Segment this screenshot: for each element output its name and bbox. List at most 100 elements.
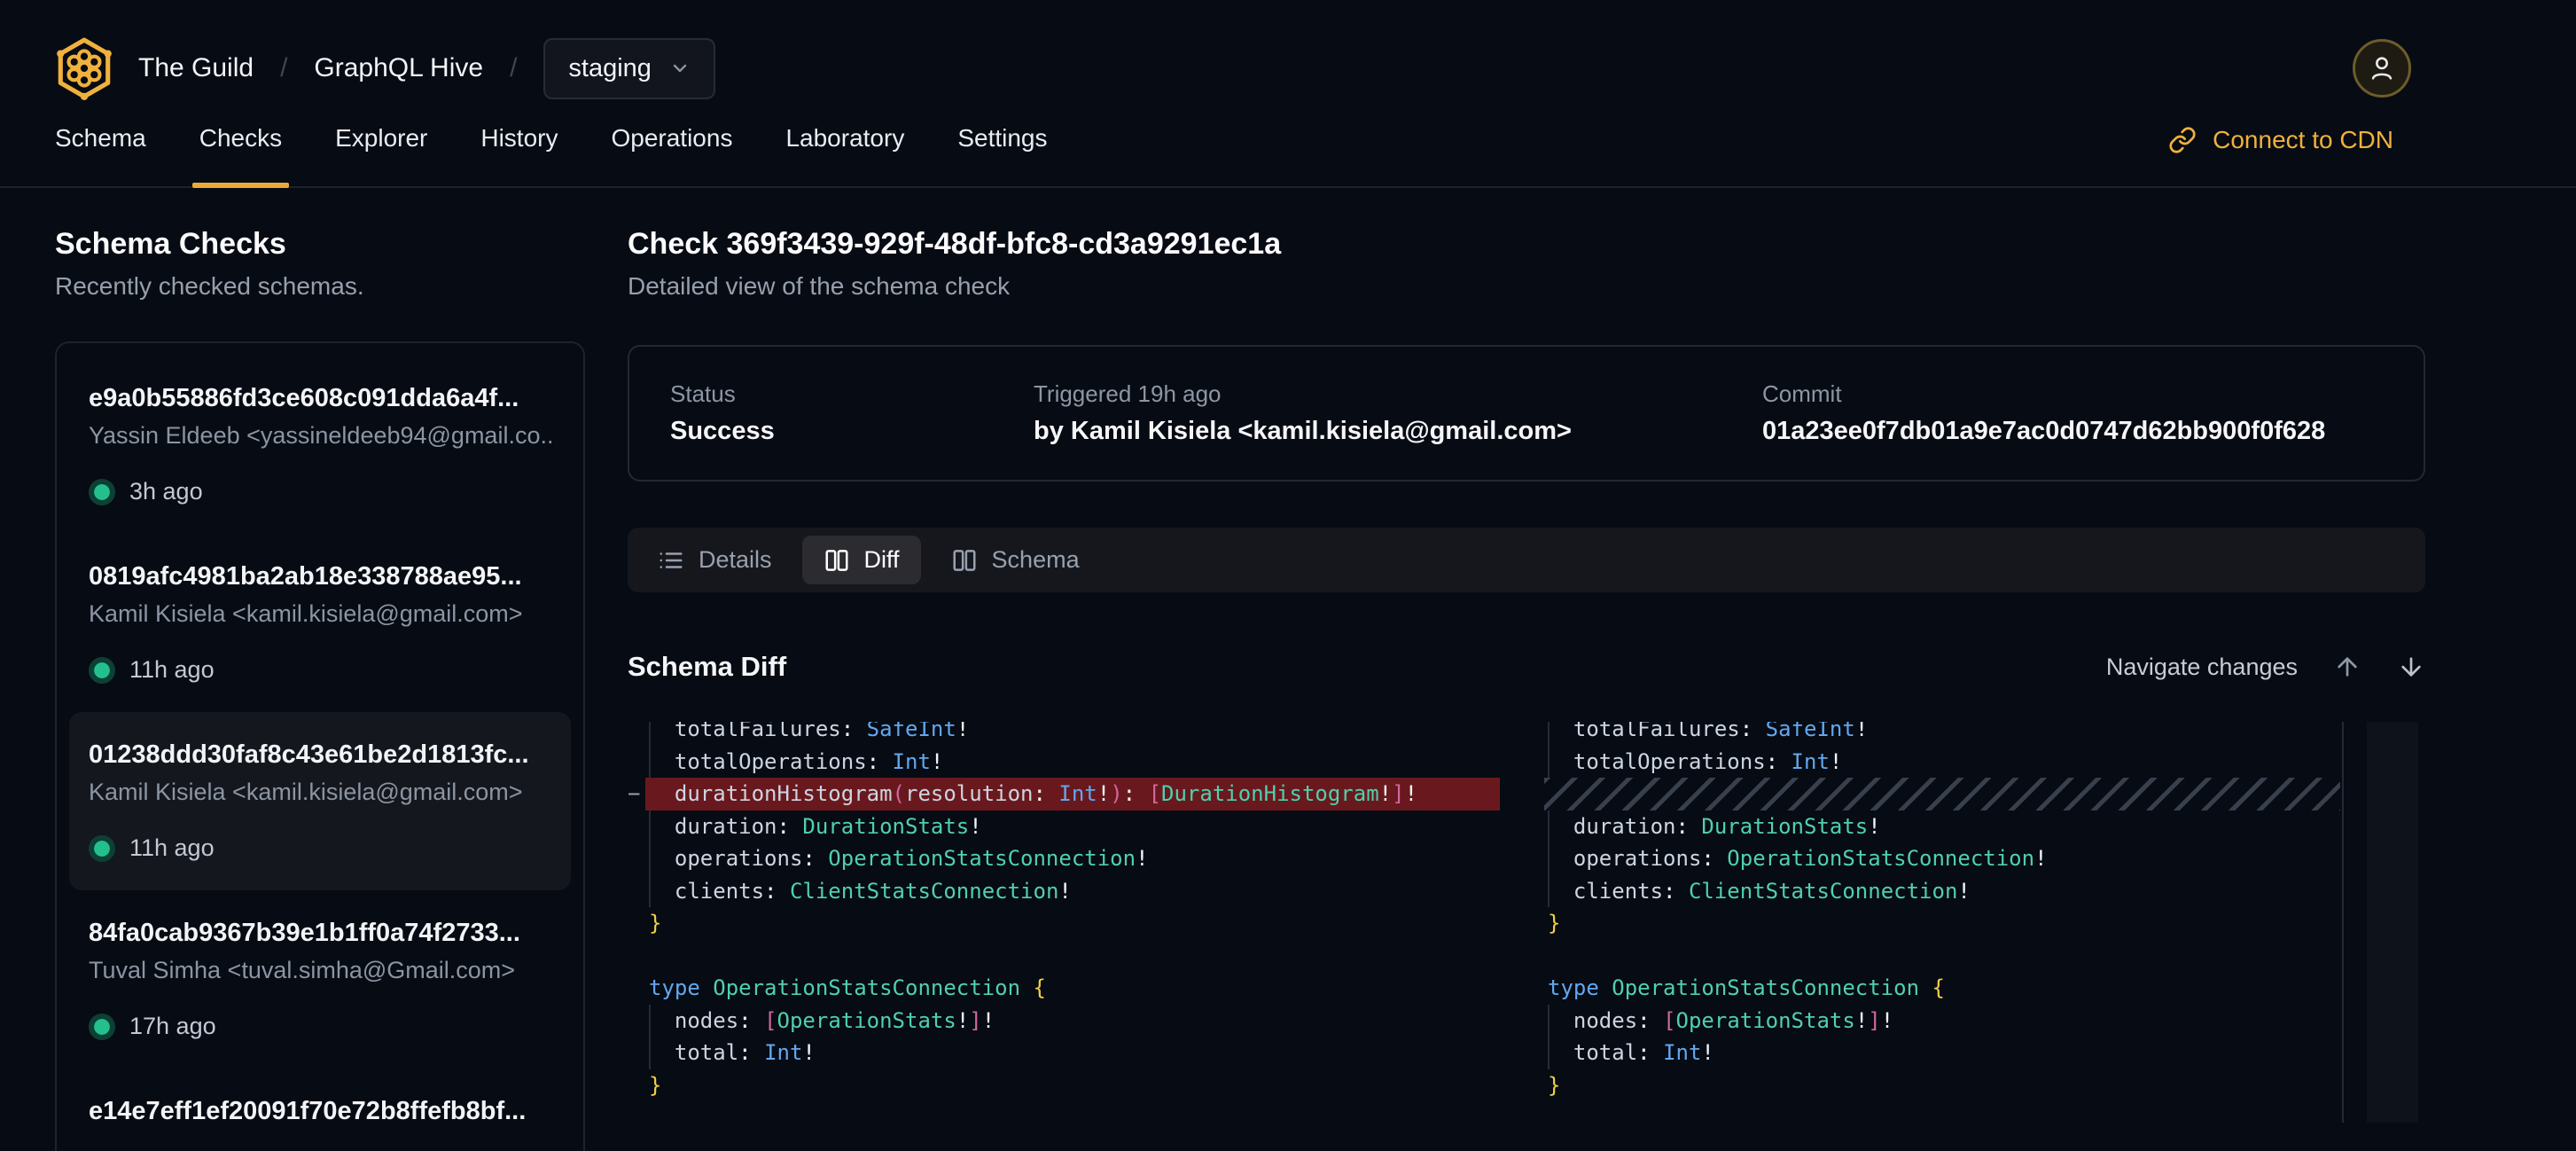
line-gutter (1526, 810, 1544, 843)
diff-line: totalFailures: SafeInt! (628, 722, 1500, 746)
breadcrumb: The Guild / GraphQL Hive / staging (138, 38, 715, 99)
hive-logo-icon[interactable] (55, 35, 113, 101)
line-gutter (628, 1069, 645, 1102)
line-gutter (628, 907, 645, 940)
status-dot-green (89, 657, 115, 684)
check-item-meta: 17h ago (89, 1013, 551, 1040)
nav-tab-schema[interactable]: Schema (55, 124, 146, 186)
check-item-meta: 11h ago (89, 656, 551, 684)
status-label: Status (670, 380, 1034, 408)
nav-tab-history[interactable]: History (480, 124, 558, 186)
diff-line: type OperationStatsConnection { (628, 972, 1500, 1005)
sidebar-subtitle: Recently checked schemas. (55, 272, 585, 301)
user-avatar-button[interactable] (2353, 39, 2411, 98)
diff-line: operations: OperationStatsConnection! (628, 842, 1500, 875)
diff-line: − durationHistogram(resolution: Int!): [… (628, 778, 1500, 810)
line-gutter (1526, 1005, 1544, 1037)
schema-check-item[interactable]: 01238ddd30faf8c43e61be2d1813fc... Kamil K… (69, 712, 571, 890)
check-item-author: Tuval Simha <tuval.simha@Gmail.com> (89, 957, 551, 984)
line-gutter (628, 810, 645, 843)
connect-to-cdn-label: Connect to CDN (2213, 126, 2393, 154)
schema-diff-header: Schema Diff Navigate changes (628, 651, 2425, 683)
check-item-id: 01238ddd30faf8c43e61be2d1813fc... (89, 740, 551, 770)
schema-check-item[interactable]: e9a0b55886fd3ce608c091dda6a4f... Yassin E… (69, 356, 571, 534)
breadcrumb-project[interactable]: GraphQL Hive (314, 53, 483, 83)
diff-line (628, 940, 1500, 973)
diff-line: totalFailures: SafeInt! (1526, 722, 2340, 746)
diff-line: type OperationStatsConnection { (1526, 972, 2340, 1005)
top-bar: The Guild / GraphQL Hive / staging (0, 0, 2576, 101)
detail-view-tabbar: Details Diff Schema (628, 528, 2425, 592)
target-selector-label: staging (568, 54, 652, 83)
page-subtitle: Detailed view of the schema check (628, 272, 2425, 301)
diff-line: nodes: [OperationStats!]! (628, 1005, 1500, 1037)
breadcrumb-separator: / (510, 53, 517, 83)
line-gutter (628, 842, 645, 875)
schema-check-item[interactable]: 0819afc4981ba2ab18e338788ae95...Kamil Ki… (69, 534, 571, 712)
line-gutter (628, 746, 645, 779)
schema-check-item[interactable]: 84fa0cab9367b39e1b1ff0a74f2733... Tuval S… (69, 890, 571, 1069)
detail-tab-label: Details (699, 546, 772, 574)
diff-line (1526, 778, 2340, 810)
commit-value: 01a23ee0f7db01a9e7ac0d0747d62bb900f0f628 (1762, 417, 2383, 446)
check-item-author: Kamil Kisiela <kamil.kisiela@gmail.com> (89, 779, 551, 806)
diff-line: nodes: [OperationStats!]! (1526, 1005, 2340, 1037)
diff-pane-after: totalFailures: SafeInt! totalOperations:… (1526, 722, 2425, 1123)
diff-line: totalOperations: Int! (628, 746, 1500, 779)
check-item-time: 3h ago (129, 478, 203, 505)
line-gutter (1526, 1037, 1544, 1069)
check-item-id: e14e7eff1ef20091f70e72b8ffefb8bf... (89, 1097, 551, 1126)
chevron-down-icon (669, 58, 691, 79)
nav-tab-settings[interactable]: Settings (957, 124, 1047, 186)
line-gutter (628, 972, 645, 1005)
triggered-column: Triggered 19h ago by Kamil Kisiela <kami… (1034, 380, 1762, 446)
diff-line (1526, 940, 2340, 973)
removed-line-marker: − (628, 778, 645, 810)
check-item-time: 17h ago (129, 1013, 216, 1040)
schema-check-item[interactable]: e14e7eff1ef20091f70e72b8ffefb8bf... (69, 1069, 571, 1151)
previous-change-button[interactable] (2333, 653, 2361, 681)
line-gutter (1526, 842, 1544, 875)
check-item-id: 84fa0cab9367b39e1b1ff0a74f2733... (89, 919, 551, 948)
line-gutter (628, 940, 645, 973)
next-change-button[interactable] (2397, 653, 2425, 681)
check-item-id: e9a0b55886fd3ce608c091dda6a4f... (89, 384, 551, 413)
detail-tab-diff[interactable]: Diff (802, 536, 921, 584)
connect-to-cdn-button[interactable]: Connect to CDN (2168, 126, 2393, 186)
nav-tabs: Schema Checks Explorer History Operations Lab… (55, 124, 1048, 186)
detail-tab-details[interactable]: Details (636, 536, 793, 584)
line-gutter (628, 1037, 645, 1069)
detail-tab-label: Diff (864, 546, 900, 574)
link-icon (2168, 126, 2197, 154)
line-gutter (1526, 907, 1544, 940)
nav-tab-laboratory[interactable]: Laboratory (785, 124, 904, 186)
line-gutter (1526, 722, 1544, 746)
line-gutter (1526, 746, 1544, 779)
commit-column: Commit 01a23ee0f7db01a9e7ac0d0747d62bb90… (1762, 380, 2383, 446)
line-gutter (1526, 940, 1544, 973)
diff-line: total: Int! (628, 1037, 1500, 1069)
line-gutter (628, 722, 645, 746)
line-gutter (628, 1005, 645, 1037)
line-gutter (628, 875, 645, 908)
check-item-time: 11h ago (129, 656, 215, 684)
user-icon (2367, 53, 2397, 83)
check-item-meta: 3h ago (89, 478, 551, 505)
diff-line: clients: ClientStatsConnection! (1526, 875, 2340, 908)
nav-tab-checks[interactable]: Checks (199, 124, 282, 186)
navigate-changes: Navigate changes (2106, 653, 2425, 681)
diff-line: duration: DurationStats! (1526, 810, 2340, 843)
diff-line: clients: ClientStatsConnection! (628, 875, 1500, 908)
nav-tab-explorer[interactable]: Explorer (335, 124, 427, 186)
breadcrumb-org[interactable]: The Guild (138, 53, 254, 83)
nav-tab-operations[interactable]: Operations (611, 124, 732, 186)
navigate-changes-label: Navigate changes (2106, 654, 2298, 681)
detail-tab-schema[interactable]: Schema (930, 536, 1101, 584)
detail-tab-label: Schema (992, 546, 1080, 574)
check-item-id: 0819afc4981ba2ab18e338788ae95... (89, 562, 551, 591)
diff-scrollbar[interactable] (2367, 722, 2418, 1123)
diff-line: total: Int! (1526, 1037, 2340, 1069)
line-gutter (1526, 778, 1544, 810)
check-item-author: Yassin Eldeeb <yassineldeeb94@gmail.co..… (89, 422, 551, 450)
target-selector-button[interactable]: staging (543, 38, 715, 99)
